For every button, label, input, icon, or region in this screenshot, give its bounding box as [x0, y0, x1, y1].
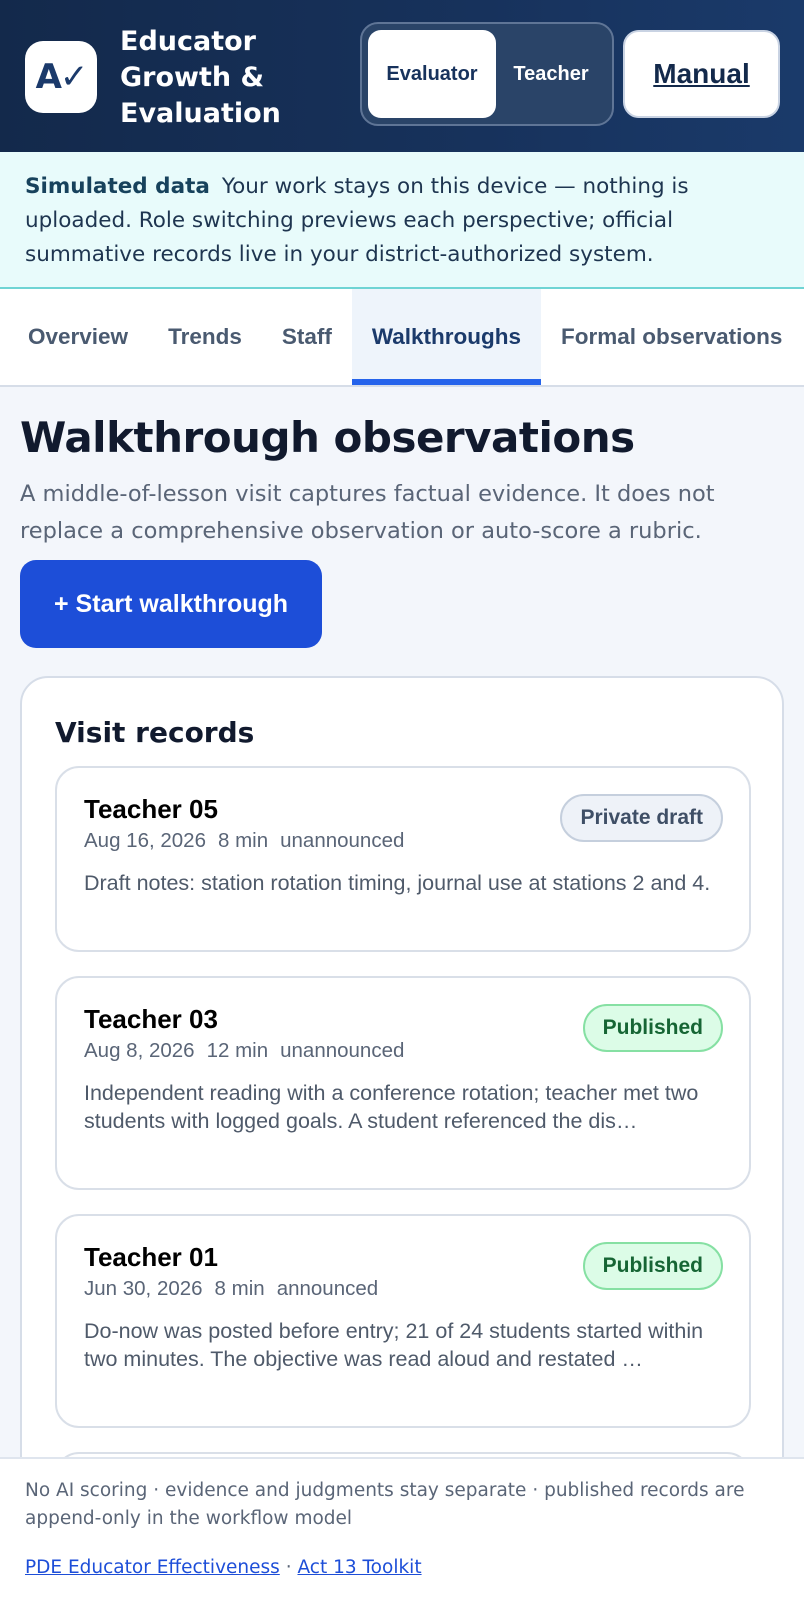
visit-record[interactable]: Teacher 01 Jun 30, 2026 8 min announced Do… [55, 1214, 751, 1428]
tab-formal-observations[interactable]: Formal observations [541, 289, 802, 385]
simulated-data-notice: Simulated data Your work stays on this de… [0, 152, 804, 289]
logo-mark: A✓ [35, 57, 89, 97]
app-footer: No AI scoring · evidence and judgments s… [0, 1457, 804, 1600]
manual-button[interactable]: Manual [623, 30, 780, 118]
page-description: A middle-of-lesson visit captures factua… [20, 481, 715, 544]
pde-educator-effectiveness-link[interactable]: PDE Educator Effectiveness [25, 1557, 280, 1578]
main-tabs: Overview Trends Staff Walkthroughs Forma… [0, 289, 804, 387]
record-duration: 12 min [206, 1039, 269, 1062]
tab-trends[interactable]: Trends [148, 289, 262, 385]
record-type: announced [276, 1277, 379, 1300]
record-notes: Draft notes: station rotation timing, jo… [84, 871, 711, 895]
main-content: Walkthrough observations A middle-of-les… [0, 387, 804, 648]
visit-record[interactable]: Teacher 05 Aug 16, 2026 8 min unannounced … [55, 766, 751, 952]
tab-walkthroughs[interactable]: Walkthroughs [351, 289, 542, 385]
status-badge: Published [582, 1242, 723, 1290]
tab-overview[interactable]: Overview [8, 289, 148, 385]
app-title: Educator Growth & Evaluation [120, 26, 281, 129]
start-walkthrough-button[interactable]: + Start walkthrough [20, 560, 322, 648]
app-header: A✓ Educator Growth & Evaluation Evaluato… [0, 0, 804, 152]
record-type: unannounced [280, 1039, 405, 1062]
record-type: unannounced [280, 829, 405, 852]
role-evaluator-button[interactable]: Evaluator [368, 30, 496, 118]
status-badge: Published [582, 1004, 723, 1052]
record-duration: 8 min [214, 1277, 265, 1300]
record-notes: Independent reading with a conference ro… [84, 1081, 699, 1133]
record-date: Aug 8, 2026 [84, 1039, 195, 1062]
role-switch: Evaluator Teacher [360, 22, 614, 126]
status-badge: Private draft [560, 794, 723, 842]
record-date: Aug 16, 2026 [84, 829, 206, 852]
role-teacher-button[interactable]: Teacher [496, 30, 606, 118]
footer-links: PDE Educator Effectiveness · Act 13 Tool… [25, 1557, 779, 1578]
record-duration: 8 min [217, 829, 269, 852]
act-13-toolkit-link[interactable]: Act 13 Toolkit [297, 1557, 421, 1578]
app-logo: A✓ [25, 41, 97, 113]
footer-disclaimer: No AI scoring · evidence and judgments s… [25, 1480, 745, 1529]
notice-heading: Simulated data [25, 174, 210, 199]
page-title: Walkthrough observations [20, 413, 635, 462]
footer-separator: · [285, 1557, 292, 1578]
record-notes: Do-now was posted before entry; 21 of 24… [84, 1319, 704, 1371]
visit-records-panel: Visit records Teacher 05 Aug 16, 2026 8 m… [20, 676, 784, 1576]
tab-staff[interactable]: Staff [262, 289, 352, 385]
visit-records-title: Visit records [55, 716, 255, 749]
record-date: Jun 30, 2026 [84, 1277, 203, 1300]
visit-record[interactable]: Teacher 03 Aug 8, 2026 12 min unannounced … [55, 976, 751, 1190]
